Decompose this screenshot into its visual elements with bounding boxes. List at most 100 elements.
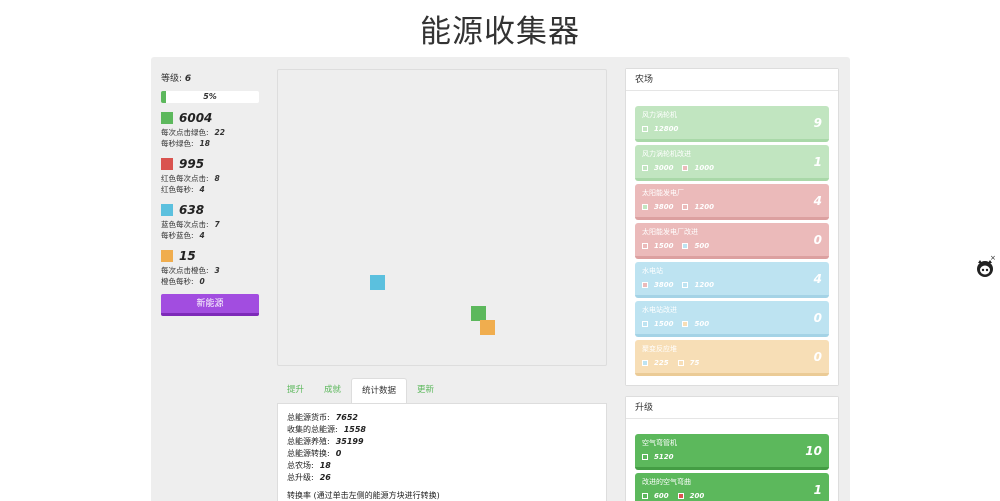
tab-1[interactable]: 成就 (314, 378, 351, 403)
cost-resource-icon (677, 360, 684, 366)
cost-resource-icon (642, 282, 648, 288)
resource-amount: 638 (179, 203, 205, 217)
stat-row: 收集的总能源: 1558 (287, 424, 597, 436)
stat-label: 总能源转换: (287, 449, 330, 458)
card-count: 0 (813, 233, 822, 247)
card-count: 4 (813, 194, 822, 208)
cost-resource-icon (642, 126, 648, 132)
card-costs: 1500 500 (642, 242, 718, 250)
cost-value: 3000 (654, 164, 674, 172)
stat-row: 总能源转换: 0 (287, 448, 597, 460)
resource-color-swatch (161, 112, 173, 124)
per-click-label: 每次点击橙色: (161, 266, 209, 275)
tab-2[interactable]: 统计数据 (351, 378, 408, 403)
farm-card[interactable]: 太阳能发电厂改进 1500 500 0 (635, 223, 829, 259)
per-second-label: 每秒蓝色: (161, 231, 194, 240)
stat-label: 总能源货币: (287, 413, 330, 422)
per-click-rate: 蓝色每次点击: 7 (161, 219, 261, 230)
cost-value: 1000 (694, 164, 714, 172)
green-energy-block[interactable] (471, 306, 486, 321)
card-costs: 3800 1200 (642, 203, 723, 211)
card-name: 太阳能发电厂改进 (642, 228, 698, 236)
github-octocat-icon[interactable]: × (976, 254, 996, 279)
per-second-label: 橙色每秒: (161, 277, 194, 286)
upgrade-panel: 升级 空气弯管机 5120 10 改进的空气弯曲 600 200 1 (625, 396, 839, 501)
conversion-note: 转换率 (通过单击左侧的能源方块进行转换) (287, 491, 440, 500)
card-count: 1 (813, 155, 822, 169)
stat-row: 总能源货币: 7652 (287, 412, 597, 424)
farm-card[interactable]: 聚变反应堆 225 75 0 (635, 340, 829, 376)
farm-card[interactable]: 风力涡轮机改进 3000 1000 1 (635, 145, 829, 181)
resource-rates: 每次点击绿色: 22 每秒绿色: 18 (161, 127, 261, 149)
page-title: 能源收集器 (420, 14, 580, 50)
cost-resource-icon (682, 282, 689, 288)
resource-block: 638 蓝色每次点击: 7 每秒蓝色: 4 (161, 203, 261, 241)
per-second-rate: 红色每秒: 4 (161, 184, 261, 195)
tab-0[interactable]: 提升 (277, 378, 314, 403)
upgrade-card[interactable]: 空气弯管机 5120 10 (635, 434, 829, 470)
resource-amount: 6004 (179, 111, 213, 125)
new-energy-button[interactable]: 新能源 (161, 294, 259, 316)
per-click-value: 22 (214, 128, 225, 137)
per-click-value: 3 (214, 266, 220, 275)
resource-color-swatch (161, 204, 173, 216)
card-costs: 12800 (642, 125, 687, 133)
cost-value: 225 (654, 359, 669, 367)
upgrade-panel-title: 升级 (626, 397, 838, 419)
resource-color-swatch (161, 158, 173, 170)
stat-label: 收集的总能源: (287, 425, 338, 434)
stat-value: 7652 (335, 413, 358, 422)
cost-value: 600 (654, 492, 669, 500)
resource-block: 6004 每次点击绿色: 22 每秒绿色: 18 (161, 111, 261, 149)
card-count: 4 (813, 272, 822, 286)
per-second-label: 红色每秒: (161, 185, 194, 194)
blue-energy-block[interactable] (370, 275, 385, 290)
card-name: 水电站 (642, 267, 663, 275)
card-name: 空气弯管机 (642, 439, 677, 447)
cost-resource-icon (682, 165, 689, 171)
resource-header: 6004 (161, 111, 261, 125)
resource-color-swatch (161, 250, 173, 262)
stat-label: 总能源养殖: (287, 437, 330, 446)
resource-rates: 每次点击橙色: 3 橙色每秒: 0 (161, 265, 261, 287)
farm-card[interactable]: 水电站改进 1500 500 0 (635, 301, 829, 337)
per-second-rate: 橙色每秒: 0 (161, 276, 261, 287)
farm-card[interactable]: 风力涡轮机 12800 9 (635, 106, 829, 142)
cost-resource-icon (642, 321, 648, 327)
per-second-value: 4 (199, 185, 205, 194)
per-second-value: 0 (199, 277, 205, 286)
cost-resource-icon (682, 321, 689, 327)
resource-amount: 995 (179, 157, 205, 171)
card-costs: 225 75 (642, 359, 708, 367)
game-container: 等级: 6 5% 6004 每次点击绿色: 22 每秒绿色: 18 995 红色每次点击: 8… (151, 57, 850, 501)
tab-bar: 提升 成就 统计数据 更新 (277, 378, 607, 403)
per-click-rate: 红色每次点击: 8 (161, 173, 261, 184)
card-name: 聚变反应堆 (642, 345, 677, 353)
stat-value: 1558 (343, 425, 366, 434)
farm-card[interactable]: 水电站 3800 1200 4 (635, 262, 829, 298)
card-name: 风力涡轮机 (642, 111, 677, 119)
per-click-label: 红色每次点击: (161, 174, 209, 183)
per-click-label: 蓝色每次点击: (161, 220, 209, 229)
stats-panel: 总能源货币: 7652 收集的总能源: 1558 总能源养殖: 35199 总能源转换: 0 总… (277, 403, 607, 501)
orange-energy-block[interactable] (480, 320, 495, 335)
cost-resource-icon (642, 165, 648, 171)
card-costs: 3000 1000 (642, 164, 723, 172)
stat-row: 总农场: 18 (287, 460, 597, 472)
card-count: 9 (813, 116, 822, 130)
cost-resource-icon (682, 204, 689, 210)
card-count: 1 (813, 483, 822, 497)
upgrade-card[interactable]: 改进的空气弯曲 600 200 1 (635, 473, 829, 501)
cost-value: 3800 (654, 281, 674, 289)
farm-panel-title: 农场 (626, 69, 838, 91)
cost-value: 12800 (654, 125, 679, 133)
stat-value: 35199 (335, 437, 364, 446)
farm-card[interactable]: 太阳能发电厂 3800 1200 4 (635, 184, 829, 220)
stat-label: 总农场: (287, 461, 314, 470)
tab-3[interactable]: 更新 (407, 378, 444, 403)
stat-row: 总升级: 26 (287, 472, 597, 484)
energy-field[interactable] (277, 69, 607, 366)
level-value: 6 (184, 74, 192, 84)
card-name: 风力涡轮机改进 (642, 150, 691, 158)
per-click-rate: 每次点击绿色: 22 (161, 127, 261, 138)
